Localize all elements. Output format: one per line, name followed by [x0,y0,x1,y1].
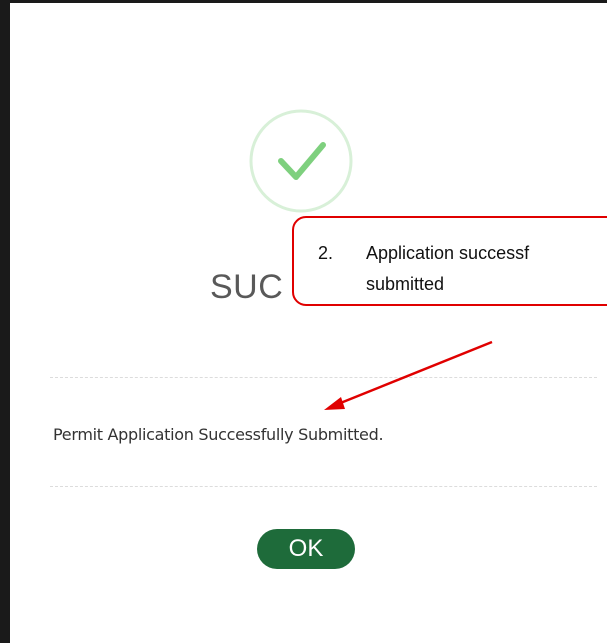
ok-button[interactable]: OK [257,529,355,569]
bottom-divider [50,486,597,487]
checkmark-circle-icon [249,109,353,213]
annotation-text: 2. Application successf submitted [318,238,529,300]
top-divider [50,377,597,378]
dialog-title: SUC [210,268,284,306]
annotation-line1: Application successf [366,243,530,263]
annotation-number: 2. [318,243,334,263]
success-message: Permit Application Successfully Submitte… [53,425,384,444]
annotation-line2: submitted [366,274,445,294]
